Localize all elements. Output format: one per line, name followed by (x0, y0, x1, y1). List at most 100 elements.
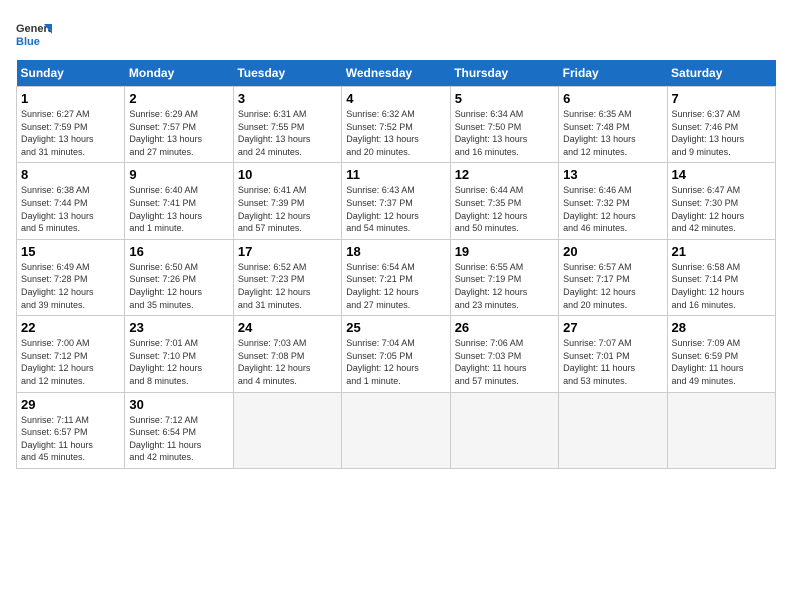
day-info: Sunrise: 6:32 AM Sunset: 7:52 PM Dayligh… (346, 108, 445, 158)
day-info: Sunrise: 7:01 AM Sunset: 7:10 PM Dayligh… (129, 337, 228, 387)
day-info: Sunrise: 7:04 AM Sunset: 7:05 PM Dayligh… (346, 337, 445, 387)
day-header-thursday: Thursday (450, 60, 558, 87)
day-info: Sunrise: 6:44 AM Sunset: 7:35 PM Dayligh… (455, 184, 554, 234)
day-info: Sunrise: 6:38 AM Sunset: 7:44 PM Dayligh… (21, 184, 120, 234)
calendar-cell: 15 Sunrise: 6:49 AM Sunset: 7:28 PM Dayli… (17, 239, 125, 315)
calendar-cell: 13 Sunrise: 6:46 AM Sunset: 7:32 PM Dayli… (559, 163, 667, 239)
day-info: Sunrise: 6:43 AM Sunset: 7:37 PM Dayligh… (346, 184, 445, 234)
day-number: 5 (455, 91, 554, 106)
day-info: Sunrise: 6:55 AM Sunset: 7:19 PM Dayligh… (455, 261, 554, 311)
calendar-cell: 2 Sunrise: 6:29 AM Sunset: 7:57 PM Daylig… (125, 87, 233, 163)
calendar-week-4: 29Sunrise: 7:11 AM Sunset: 6:57 PM Dayli… (17, 392, 776, 468)
day-number: 13 (563, 167, 662, 182)
day-number: 22 (21, 320, 120, 335)
calendar-cell: 21Sunrise: 6:58 AM Sunset: 7:14 PM Dayli… (667, 239, 775, 315)
day-header-tuesday: Tuesday (233, 60, 341, 87)
day-info: Sunrise: 7:00 AM Sunset: 7:12 PM Dayligh… (21, 337, 120, 387)
calendar-week-3: 22 Sunrise: 7:00 AM Sunset: 7:12 PM Dayli… (17, 316, 776, 392)
calendar-cell: 6Sunrise: 6:35 AM Sunset: 7:48 PM Daylig… (559, 87, 667, 163)
day-header-friday: Friday (559, 60, 667, 87)
day-number: 9 (129, 167, 228, 182)
day-number: 8 (21, 167, 120, 182)
day-info: Sunrise: 7:12 AM Sunset: 6:54 PM Dayligh… (129, 414, 228, 464)
logo-icon: General Blue (16, 16, 52, 52)
day-info: Sunrise: 7:07 AM Sunset: 7:01 PM Dayligh… (563, 337, 662, 387)
calendar-cell: 12 Sunrise: 6:44 AM Sunset: 7:35 PM Dayli… (450, 163, 558, 239)
calendar-cell: 14 Sunrise: 6:47 AM Sunset: 7:30 PM Dayli… (667, 163, 775, 239)
day-info: Sunrise: 6:31 AM Sunset: 7:55 PM Dayligh… (238, 108, 337, 158)
day-number: 6 (563, 91, 662, 106)
day-info: Sunrise: 6:50 AM Sunset: 7:26 PM Dayligh… (129, 261, 228, 311)
calendar-cell: 5 Sunrise: 6:34 AM Sunset: 7:50 PM Daylig… (450, 87, 558, 163)
calendar-cell: 17Sunrise: 6:52 AM Sunset: 7:23 PM Dayli… (233, 239, 341, 315)
calendar-cell: 3 Sunrise: 6:31 AM Sunset: 7:55 PM Daylig… (233, 87, 341, 163)
day-number: 12 (455, 167, 554, 182)
day-info: Sunrise: 6:29 AM Sunset: 7:57 PM Dayligh… (129, 108, 228, 158)
calendar-cell: 28Sunrise: 7:09 AM Sunset: 6:59 PM Dayli… (667, 316, 775, 392)
day-info: Sunrise: 7:06 AM Sunset: 7:03 PM Dayligh… (455, 337, 554, 387)
calendar-cell: 1 Sunrise: 6:27 AM Sunset: 7:59 PM Daylig… (17, 87, 125, 163)
day-info: Sunrise: 6:34 AM Sunset: 7:50 PM Dayligh… (455, 108, 554, 158)
day-number: 20 (563, 244, 662, 259)
day-info: Sunrise: 6:54 AM Sunset: 7:21 PM Dayligh… (346, 261, 445, 311)
calendar-cell: 7 Sunrise: 6:37 AM Sunset: 7:46 PM Daylig… (667, 87, 775, 163)
calendar-cell: 9 Sunrise: 6:40 AM Sunset: 7:41 PM Daylig… (125, 163, 233, 239)
calendar-cell: 23 Sunrise: 7:01 AM Sunset: 7:10 PM Dayli… (125, 316, 233, 392)
calendar-cell: 24 Sunrise: 7:03 AM Sunset: 7:08 PM Dayli… (233, 316, 341, 392)
day-number: 30 (129, 397, 228, 412)
calendar-cell (233, 392, 341, 468)
day-header-saturday: Saturday (667, 60, 775, 87)
day-info: Sunrise: 6:57 AM Sunset: 7:17 PM Dayligh… (563, 261, 662, 311)
calendar-week-2: 15 Sunrise: 6:49 AM Sunset: 7:28 PM Dayli… (17, 239, 776, 315)
day-number: 16 (129, 244, 228, 259)
calendar-table: SundayMondayTuesdayWednesdayThursdayFrid… (16, 60, 776, 469)
day-number: 19 (455, 244, 554, 259)
calendar-cell (450, 392, 558, 468)
day-header-wednesday: Wednesday (342, 60, 450, 87)
calendar-cell: 22 Sunrise: 7:00 AM Sunset: 7:12 PM Dayli… (17, 316, 125, 392)
day-info: Sunrise: 6:49 AM Sunset: 7:28 PM Dayligh… (21, 261, 120, 311)
logo: General Blue (16, 16, 52, 52)
calendar-cell (559, 392, 667, 468)
day-number: 1 (21, 91, 120, 106)
day-number: 14 (672, 167, 771, 182)
day-number: 24 (238, 320, 337, 335)
day-info: Sunrise: 6:46 AM Sunset: 7:32 PM Dayligh… (563, 184, 662, 234)
calendar-cell: 8 Sunrise: 6:38 AM Sunset: 7:44 PM Daylig… (17, 163, 125, 239)
day-number: 25 (346, 320, 445, 335)
day-number: 2 (129, 91, 228, 106)
day-number: 15 (21, 244, 120, 259)
day-info: Sunrise: 6:40 AM Sunset: 7:41 PM Dayligh… (129, 184, 228, 234)
day-number: 18 (346, 244, 445, 259)
day-number: 11 (346, 167, 445, 182)
calendar-cell: 18 Sunrise: 6:54 AM Sunset: 7:21 PM Dayli… (342, 239, 450, 315)
calendar-cell: 27 Sunrise: 7:07 AM Sunset: 7:01 PM Dayli… (559, 316, 667, 392)
calendar-week-1: 8 Sunrise: 6:38 AM Sunset: 7:44 PM Daylig… (17, 163, 776, 239)
day-number: 7 (672, 91, 771, 106)
day-info: Sunrise: 6:41 AM Sunset: 7:39 PM Dayligh… (238, 184, 337, 234)
day-number: 29 (21, 397, 120, 412)
day-number: 4 (346, 91, 445, 106)
svg-text:Blue: Blue (16, 36, 40, 48)
calendar-cell: 25 Sunrise: 7:04 AM Sunset: 7:05 PM Dayli… (342, 316, 450, 392)
day-header-monday: Monday (125, 60, 233, 87)
calendar-cell (342, 392, 450, 468)
day-info: Sunrise: 6:37 AM Sunset: 7:46 PM Dayligh… (672, 108, 771, 158)
day-info: Sunrise: 6:27 AM Sunset: 7:59 PM Dayligh… (21, 108, 120, 158)
day-info: Sunrise: 6:47 AM Sunset: 7:30 PM Dayligh… (672, 184, 771, 234)
day-number: 10 (238, 167, 337, 182)
calendar-cell: 4 Sunrise: 6:32 AM Sunset: 7:52 PM Daylig… (342, 87, 450, 163)
calendar-cell: 26Sunrise: 7:06 AM Sunset: 7:03 PM Dayli… (450, 316, 558, 392)
day-number: 21 (672, 244, 771, 259)
calendar-cell: 29Sunrise: 7:11 AM Sunset: 6:57 PM Dayli… (17, 392, 125, 468)
calendar-cell: 19 Sunrise: 6:55 AM Sunset: 7:19 PM Dayli… (450, 239, 558, 315)
day-number: 23 (129, 320, 228, 335)
calendar-week-0: 1 Sunrise: 6:27 AM Sunset: 7:59 PM Daylig… (17, 87, 776, 163)
day-number: 17 (238, 244, 337, 259)
calendar-cell: 30 Sunrise: 7:12 AM Sunset: 6:54 PM Dayli… (125, 392, 233, 468)
day-number: 27 (563, 320, 662, 335)
day-number: 3 (238, 91, 337, 106)
calendar-cell (667, 392, 775, 468)
day-info: Sunrise: 7:03 AM Sunset: 7:08 PM Dayligh… (238, 337, 337, 387)
day-number: 28 (672, 320, 771, 335)
